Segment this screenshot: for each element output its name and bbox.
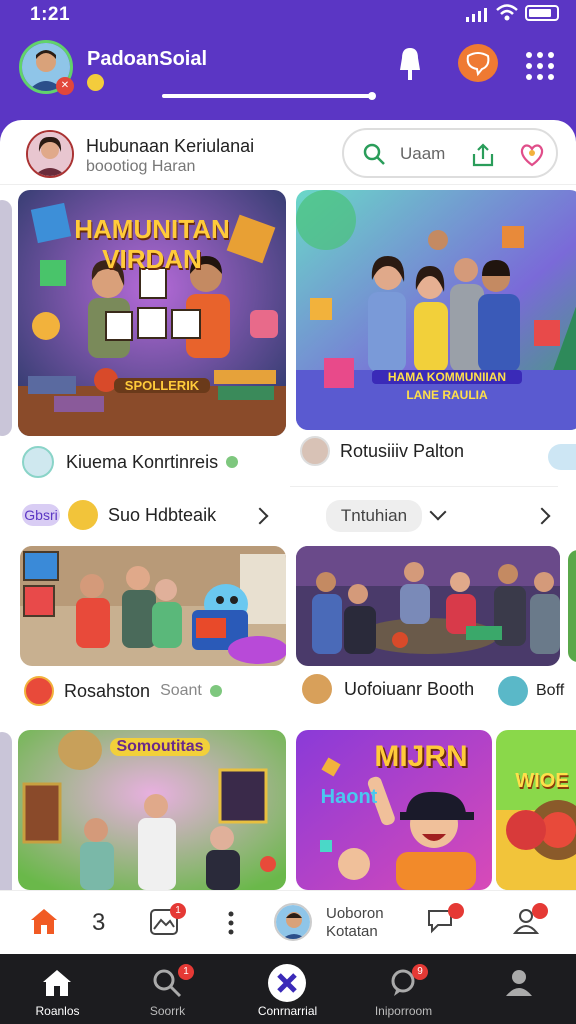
online-dot [226, 456, 239, 468]
group-avatar[interactable] [26, 130, 74, 178]
tab-bar: Roanlos 1 Soorrk Conrnarrial 9 Iniporroo… [0, 954, 576, 1024]
action-bar: 3 1 Uoboron Kotatan [0, 890, 576, 954]
person-icon [506, 970, 532, 996]
tab-label: Roanlos [35, 1004, 80, 1018]
list-item[interactable]: Kiuema Konrtinreis [22, 446, 239, 478]
pin-icon[interactable] [394, 46, 426, 82]
avatar [24, 676, 54, 706]
favorite-icon[interactable] [518, 141, 546, 169]
close-icon [268, 964, 306, 1002]
group-subtitle: boootiog Haran [86, 158, 196, 175]
avatar [302, 674, 332, 704]
tab-profile[interactable] [462, 954, 576, 1024]
card-edge [0, 200, 12, 436]
item-icon [22, 446, 54, 478]
header-progress [162, 92, 376, 100]
post-card-7[interactable]: WIOE [496, 730, 576, 890]
card5-banner: Somoutitas [110, 738, 210, 756]
more-vertical-icon[interactable] [228, 911, 234, 935]
item-title: Uofoiuanr Booth [344, 678, 475, 699]
tab-community[interactable]: Conrnarrial [230, 954, 345, 1024]
avatar [68, 500, 98, 530]
notification-badge [448, 903, 464, 919]
item-title: Suo Hdbteaik [108, 504, 217, 525]
post-card-4[interactable] [296, 546, 560, 666]
app-header: ✕ PadoanSoial [0, 30, 576, 120]
divider [290, 486, 558, 487]
clock: 1:21 [30, 4, 71, 25]
card2-banner-1: HAMA KOMMUNIIAN [372, 370, 522, 384]
signal-icon [466, 8, 487, 22]
wifi-icon [496, 4, 518, 21]
notification-badge [532, 903, 548, 919]
status-bar: 1:21 [0, 0, 576, 30]
tab-label: Soorrk [149, 1004, 186, 1018]
item-title: Rotusiiiv Palton [340, 440, 465, 461]
filter-pill[interactable]: Tntuhian [326, 500, 422, 532]
chat-icon[interactable] [458, 44, 498, 82]
card1-title-1: HAMUNITAN [74, 214, 230, 244]
item-title: Boff [536, 682, 565, 699]
profile-badge: ✕ [56, 77, 74, 95]
card2-banner-2: LANE RAULIA [406, 388, 488, 402]
chevron-right-icon[interactable] [251, 507, 269, 525]
post-card-1[interactable]: HAMUNITAN VIRDAN SPOLLERIK [18, 190, 286, 436]
post-card-3[interactable] [20, 546, 286, 666]
user-name-1: Uoboron [326, 905, 384, 922]
search-text: Uaam [400, 144, 446, 163]
post-card-6[interactable]: MIJRN Haont [296, 730, 492, 890]
share-icon[interactable] [470, 142, 496, 168]
apps-grid-icon[interactable] [526, 52, 554, 80]
smile-icon [87, 74, 104, 91]
app-title: PadoanSoial [87, 48, 208, 70]
notification-badge: 9 [412, 964, 428, 980]
tab-label: Iniporroom [374, 1004, 433, 1018]
item-title: Rosahston [64, 680, 151, 701]
card-edge [568, 550, 576, 662]
post-card-5[interactable]: Somoutitas [18, 730, 286, 890]
list-item[interactable]: Rotusiiiv Palton [300, 436, 464, 466]
post-card-2[interactable]: HAMA KOMMUNIIAN LANE RAULIA [296, 190, 576, 430]
subheader: Hubunaan Keriulanai boootiog Haran Uaam [12, 120, 570, 186]
card6-title-1: MIJRN [374, 740, 468, 773]
tag-chip[interactable]: Gbsri [22, 504, 60, 526]
user-name-2: Kotatan [326, 923, 378, 940]
group-name: Hubunaan Keriulanai [86, 136, 255, 156]
post-image-7 [496, 730, 576, 890]
post-image-3 [20, 546, 286, 666]
card6-title-2: Haont [320, 786, 378, 808]
card7-title: WIOE [515, 770, 569, 792]
avatar [300, 436, 330, 466]
notification-badge: 1 [170, 903, 186, 919]
item-title: Kiuema Konrtinreis [66, 451, 219, 472]
home-icon[interactable] [28, 905, 60, 937]
battery-icon [525, 5, 559, 21]
notification-badge: 1 [178, 964, 194, 980]
list-item[interactable]: Uofoiuanr Booth [302, 674, 474, 704]
online-dot [209, 685, 222, 697]
chevron-down-icon[interactable] [429, 503, 447, 521]
list-item[interactable]: Rosahston Soant [24, 676, 222, 706]
search-icon[interactable] [362, 142, 386, 166]
tab-search[interactable]: 1 Soorrk [110, 954, 225, 1024]
tab-home[interactable]: Roanlos [0, 954, 115, 1024]
count-number: 3 [92, 909, 106, 936]
avatar [498, 676, 528, 706]
tab-label: Conrnarrial [257, 1004, 318, 1018]
card1-banner: SPOLLERIK [114, 378, 210, 393]
card1-title-2: VIRDAN [102, 244, 202, 274]
search-pill[interactable]: Uaam [342, 128, 558, 178]
item-subtitle: Soant [160, 682, 202, 699]
tab-inbox[interactable]: 9 Iniporroom [346, 954, 461, 1024]
post-image-4 [296, 546, 560, 666]
main-panel: Hubunaan Keriulanai boootiog Haran Uaam [0, 120, 576, 890]
user-avatar[interactable] [274, 903, 312, 941]
card-edge [0, 732, 12, 890]
list-item[interactable]: Boff [498, 676, 564, 706]
divider [0, 184, 576, 185]
chevron-right-icon[interactable] [533, 507, 551, 525]
side-chip[interactable] [548, 444, 576, 470]
list-item[interactable]: Suo Hdbteaik [68, 500, 216, 530]
home-icon [43, 970, 71, 996]
